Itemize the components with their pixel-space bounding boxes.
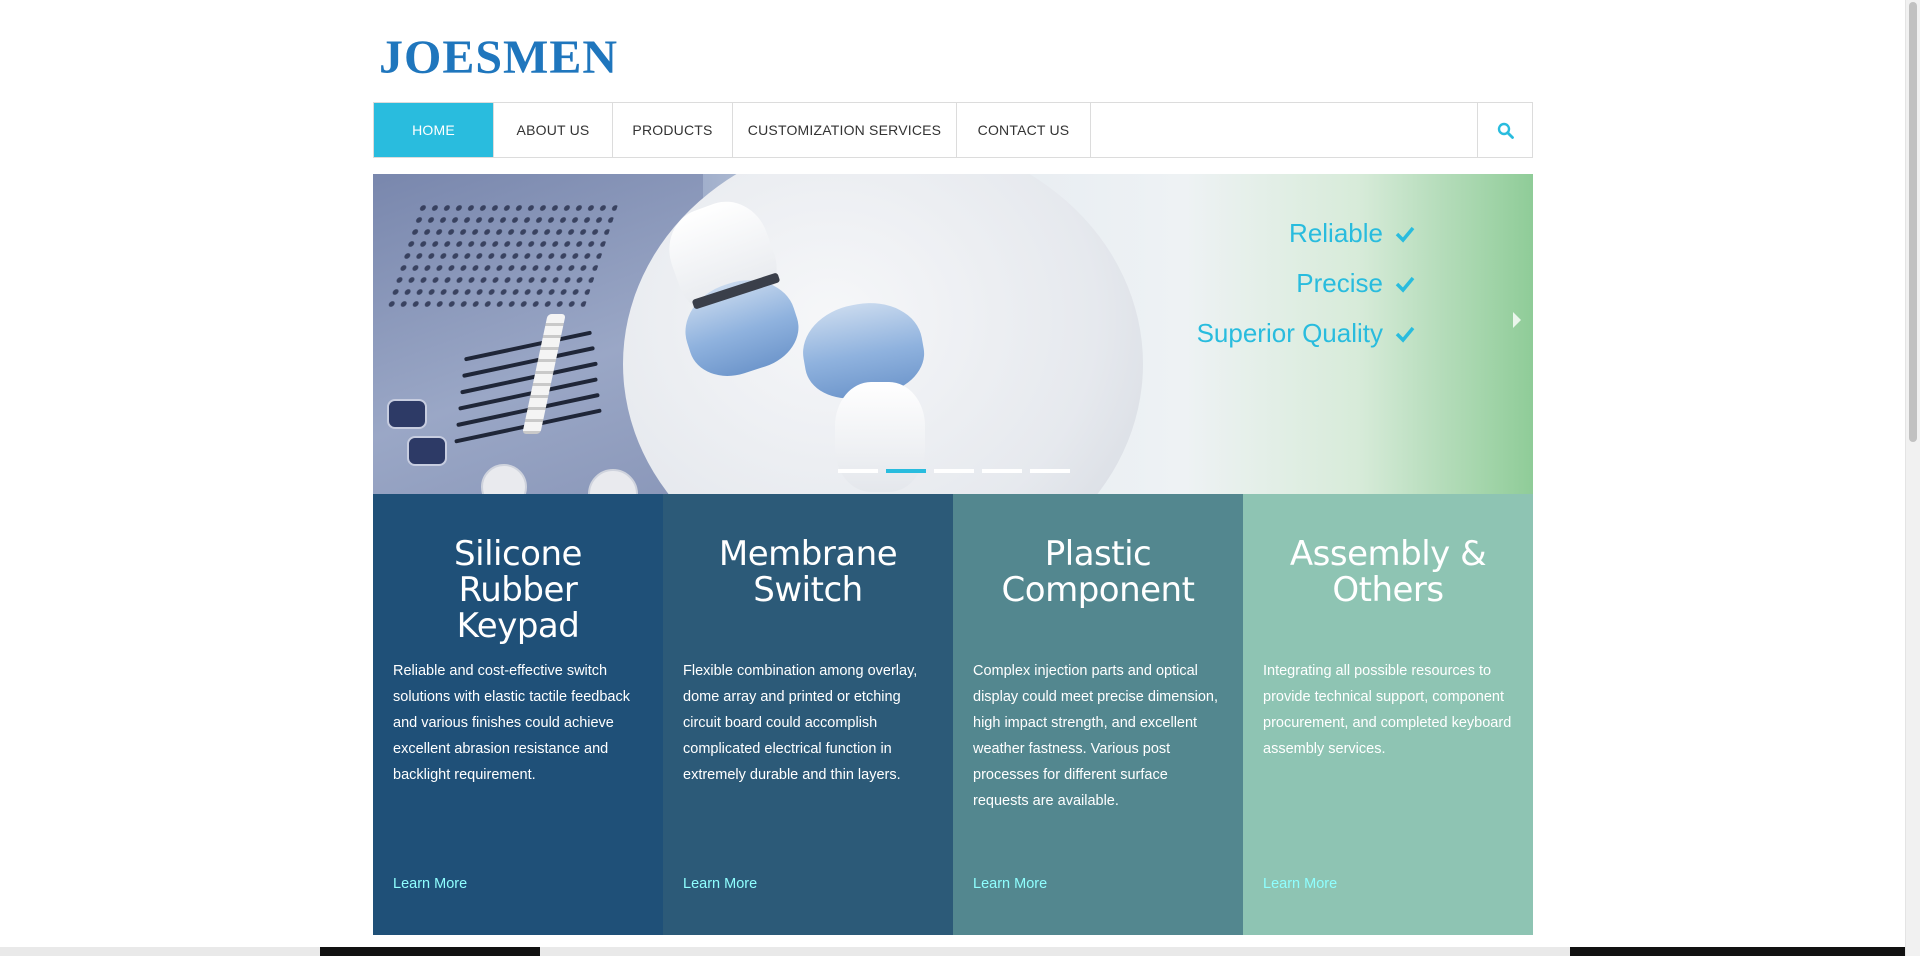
nav-item-contact-us[interactable]: CONTACT US	[957, 103, 1091, 157]
card-title: Membrane Switch	[718, 534, 898, 610]
slider-dot-5[interactable]	[1030, 469, 1070, 473]
bottom-bar	[0, 947, 1906, 956]
site-logo[interactable]: JOESMEN	[379, 30, 618, 85]
slider-dot-2[interactable]	[886, 469, 926, 473]
card-description: Reliable and cost-effective switch solut…	[393, 663, 630, 783]
scrollbar-thumb[interactable]	[1909, 2, 1917, 442]
tagline-text: Reliable	[1289, 218, 1383, 248]
card-assembly-others: Assembly & Others Integrating all possib…	[1243, 494, 1533, 935]
check-icon	[1395, 226, 1415, 243]
nav-item-customization-services[interactable]: CUSTOMIZATION SERVICES	[733, 103, 957, 157]
card-title: Plastic Component	[1001, 534, 1195, 610]
tagline-superior-quality: Superior Quality	[1197, 318, 1415, 349]
search-button[interactable]	[1477, 103, 1532, 157]
card-title: Silicone Rubber Keypad	[454, 534, 582, 646]
card-silicone-rubber-keypad: Silicone Rubber Keypad Reliable and cost…	[373, 494, 663, 935]
vertical-scrollbar[interactable]	[1905, 0, 1920, 956]
tagline-reliable: Reliable	[1289, 218, 1415, 249]
hero-slider[interactable]: Reliable Precise Superior Quality	[373, 174, 1533, 494]
nav-item-about-us[interactable]: ABOUT US	[494, 103, 613, 157]
slider-next-arrow-icon[interactable]	[1513, 312, 1521, 328]
learn-more-link[interactable]: Learn More	[683, 876, 757, 892]
card-title: Assembly & Others	[1289, 534, 1487, 610]
learn-more-link[interactable]: Learn More	[1263, 876, 1337, 892]
nav-item-home[interactable]: HOME	[374, 103, 494, 157]
learn-more-link[interactable]: Learn More	[973, 876, 1047, 892]
tagline-text: Superior Quality	[1196, 318, 1383, 348]
card-description: Complex injection parts and optical disp…	[973, 663, 1219, 809]
slider-dot-1[interactable]	[838, 469, 878, 473]
check-icon	[1395, 326, 1415, 343]
slider-dot-3[interactable]	[934, 469, 974, 473]
search-icon	[1497, 122, 1514, 139]
card-plastic-component: Plastic Component Complex injection part…	[953, 494, 1243, 935]
tagline-text: Precise	[1296, 268, 1383, 298]
learn-more-link[interactable]: Learn More	[393, 876, 467, 892]
main-nav: HOME ABOUT US PRODUCTS CUSTOMIZATION SER…	[373, 102, 1533, 158]
check-icon	[1395, 276, 1415, 293]
card-description: Integrating all possible resources to pr…	[1263, 663, 1512, 757]
slider-pagination	[838, 469, 1070, 473]
card-description: Flexible combination among overlay, dome…	[683, 663, 918, 783]
nav-item-products[interactable]: PRODUCTS	[613, 103, 733, 157]
card-membrane-switch: Membrane Switch Flexible combination amo…	[663, 494, 953, 935]
product-categories: Silicone Rubber Keypad Reliable and cost…	[373, 494, 1533, 935]
slider-dot-4[interactable]	[982, 469, 1022, 473]
tagline-precise: Precise	[1296, 268, 1415, 299]
